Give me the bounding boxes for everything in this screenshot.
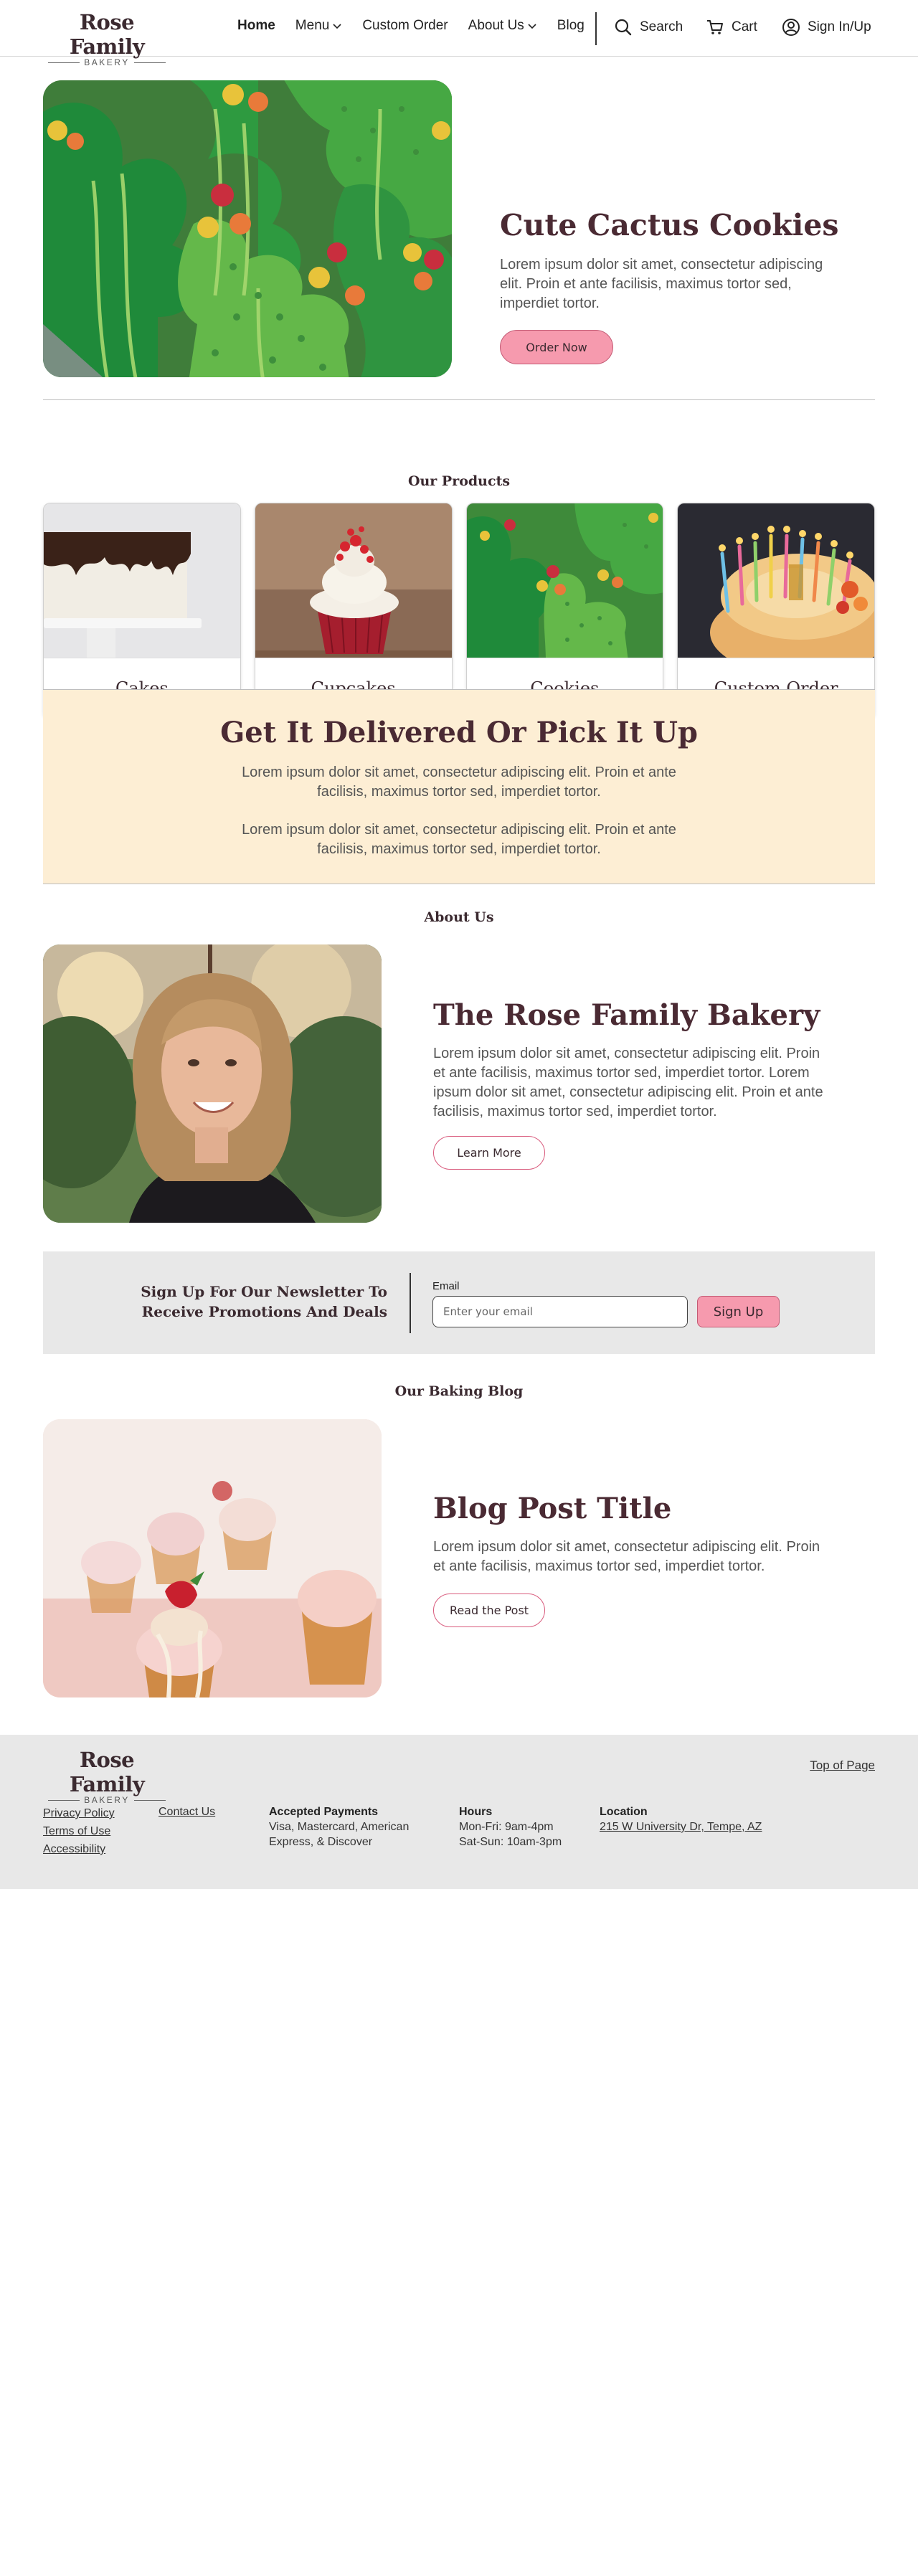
about-heading: About Us	[424, 909, 494, 925]
footer-contact: Contact Us	[158, 1804, 215, 1819]
product-card-cakes[interactable]: Cakes	[43, 503, 241, 719]
search-label: Search	[640, 19, 683, 34]
sign-in-label: Sign In/Up	[808, 19, 871, 34]
user-icon	[782, 19, 800, 36]
footer-location: Location 215 W University Dr, Tempe, AZ	[600, 1804, 762, 1834]
about-portrait-image	[43, 944, 382, 1223]
about-text: Lorem ipsum dolor sit amet, consectetur …	[433, 1046, 823, 1119]
cookies-image	[466, 503, 663, 658]
cart-icon	[707, 20, 723, 34]
location-heading: Location	[600, 1806, 648, 1818]
delivery-banner: Get It Delivered Or Pick It Up Lorem ips…	[43, 689, 875, 884]
cart-button[interactable]: Cart	[706, 18, 757, 37]
brand-subtitle-text: BAKERY	[84, 1795, 130, 1805]
footer-payments: Accepted Payments Visa, Mastercard, Amer…	[269, 1804, 409, 1850]
read-post-button[interactable]: Read the Post	[433, 1594, 545, 1627]
products-heading: Our Products	[407, 473, 511, 489]
product-card-custom-order[interactable]: Custom Order	[677, 503, 875, 719]
about-title: The Rose Family Bakery	[433, 998, 820, 1032]
brand-subtitle: BAKERY	[43, 1795, 171, 1805]
blog-heading: Our Baking Blog	[394, 1383, 524, 1399]
delivery-paragraph: Lorem ipsum dolor sit amet, consectetur …	[242, 764, 676, 800]
sign-in-button[interactable]: Sign In/Up	[782, 18, 871, 37]
hero-title: Cute Cactus Cookies	[500, 208, 839, 242]
cake-image	[44, 503, 240, 658]
email-input[interactable]	[432, 1296, 688, 1327]
payments-text: Express, & Discover	[269, 1836, 373, 1848]
brand-name: Rose Family	[69, 10, 145, 59]
payments-text: Visa, Mastercard, American	[269, 1821, 410, 1833]
hours-text: Sat-Sun: 10am-3pm	[459, 1836, 562, 1848]
cart-label: Cart	[732, 19, 757, 34]
site-footer: Rose Family BAKERY Top of Page Privacy P…	[0, 1735, 918, 1889]
nav-menu[interactable]: Menu	[295, 18, 343, 34]
main-nav: Home Menu Custom Order About Us Blog	[237, 18, 605, 34]
order-now-button[interactable]: Order Now	[500, 330, 613, 364]
newsletter-divider	[410, 1273, 411, 1333]
blog-title: Blog Post Title	[433, 1492, 672, 1525]
blog-cupcakes-image	[43, 1419, 382, 1697]
blog-text: Lorem ipsum dolor sit amet, consectetur …	[433, 1539, 820, 1574]
footer-logo[interactable]: Rose Family BAKERY	[43, 1748, 171, 1805]
nav-menu-label: Menu	[295, 18, 330, 33]
newsletter-section: Sign Up For Our Newsletter To Receive Pr…	[43, 1251, 875, 1354]
contact-us-link[interactable]: Contact Us	[158, 1804, 215, 1819]
delivery-paragraph: Lorem ipsum dolor sit amet, consectetur …	[242, 822, 676, 857]
products-section: Our Products Cakes Cupcakes Cookies Cust…	[0, 400, 918, 719]
search-icon	[615, 19, 632, 36]
chevron-down-icon	[333, 24, 341, 29]
privacy-policy-link[interactable]: Privacy Policy	[43, 1806, 115, 1821]
email-label: Email	[432, 1280, 460, 1292]
nav-custom-order[interactable]: Custom Order	[362, 18, 448, 34]
hero-section: Cute Cactus Cookies Lorem ipsum dolor si…	[0, 57, 918, 400]
hero-image-cactus-cookies	[43, 80, 452, 377]
nav-home-label: Home	[237, 18, 275, 33]
nav-about[interactable]: About Us	[468, 18, 537, 34]
nav-home[interactable]: Home	[237, 18, 275, 34]
hours-heading: Hours	[459, 1806, 493, 1818]
hours-text: Mon-Fri: 9am-4pm	[459, 1821, 554, 1833]
nav-blog[interactable]: Blog	[557, 18, 585, 34]
nav-about-label: About Us	[468, 18, 524, 33]
top-of-page-link[interactable]: Top of Page	[810, 1758, 875, 1773]
product-cards: Cakes Cupcakes Cookies Custom Order	[43, 503, 875, 719]
delivery-title: Get It Delivered Or Pick It Up	[220, 716, 698, 749]
product-card-cookies[interactable]: Cookies	[465, 503, 664, 719]
terms-of-use-link[interactable]: Terms of Use	[43, 1824, 115, 1839]
chevron-down-icon	[528, 24, 536, 29]
learn-more-button[interactable]: Learn More	[433, 1136, 545, 1170]
nav-divider	[595, 12, 597, 45]
newsletter-line: Receive Promotions And Deals	[141, 1303, 387, 1320]
accessibility-link[interactable]: Accessibility	[43, 1842, 115, 1857]
birthday-cake-image	[678, 503, 874, 658]
footer-hours: Hours Mon-Fri: 9am-4pm Sat-Sun: 10am-3pm	[459, 1804, 562, 1850]
hero-text: Lorem ipsum dolor sit amet, consectetur …	[500, 257, 823, 311]
search-button[interactable]: Search	[614, 18, 683, 37]
product-card-cupcakes[interactable]: Cupcakes	[254, 503, 453, 719]
nav-custom-order-label: Custom Order	[362, 18, 448, 33]
payments-heading: Accepted Payments	[269, 1806, 379, 1818]
address-link[interactable]: 215 W University Dr, Tempe, AZ	[600, 1819, 762, 1834]
newsletter-line: Sign Up For Our Newsletter To	[141, 1283, 387, 1300]
site-header: Rose Family BAKERY Home Menu Custom Orde…	[0, 0, 918, 67]
footer-legal-links: Privacy Policy Terms of Use Accessibilit…	[43, 1806, 115, 1857]
brand-name: Rose Family	[69, 1748, 145, 1796]
newsletter-heading: Sign Up For Our Newsletter To Receive Pr…	[141, 1282, 387, 1322]
cupcake-image	[255, 503, 452, 658]
nav-blog-label: Blog	[557, 18, 585, 33]
sign-up-button[interactable]: Sign Up	[697, 1296, 780, 1327]
